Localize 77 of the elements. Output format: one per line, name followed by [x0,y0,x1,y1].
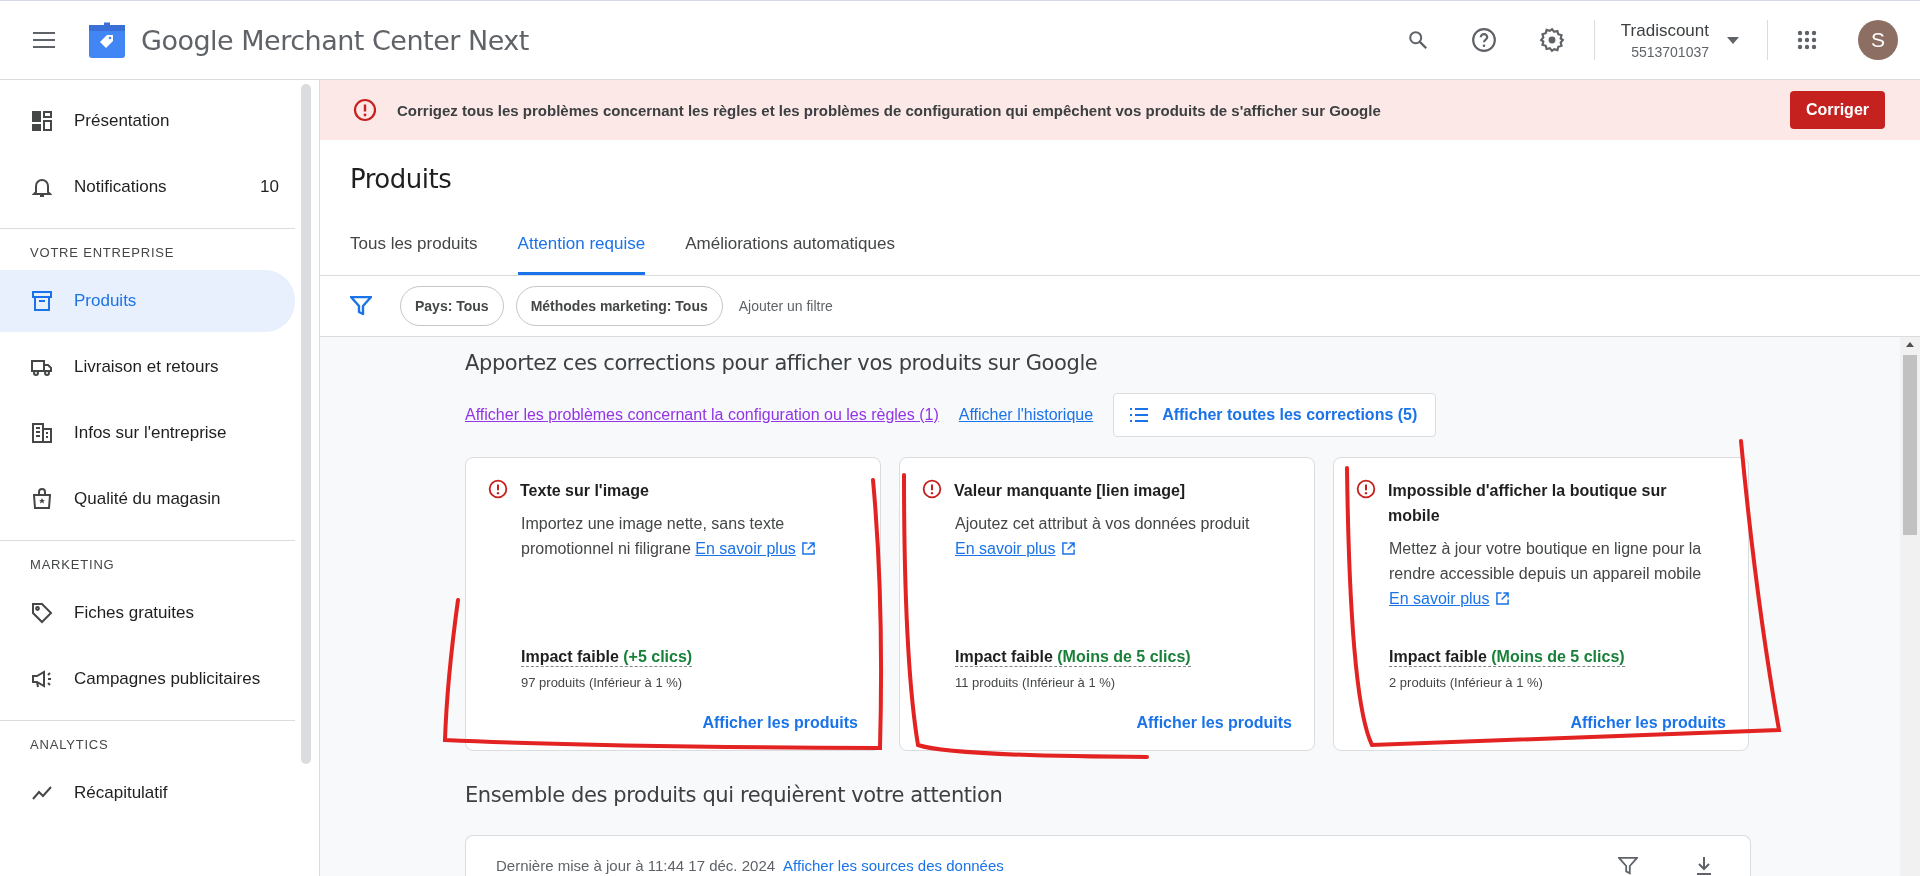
data-sources-link[interactable]: Afficher les sources des données [783,857,1004,874]
sidebar-item[interactable]: Notifications 10 [0,156,295,218]
avatar[interactable]: S [1858,20,1898,60]
section-heading: Apportez ces corrections pour afficher vos produits sur Google [465,351,1099,375]
bag-icon [30,487,54,511]
error-icon [1356,479,1376,499]
sidebar-item[interactable]: Livraison et retours [0,336,295,398]
error-icon [922,479,942,499]
page-title: Produits [349,163,453,194]
menu-icon[interactable] [33,32,55,48]
tag-icon [30,601,54,625]
scroll-up-icon[interactable] [1906,342,1914,347]
card-title: Texte sur l'image [520,481,649,501]
card-title: Valeur manquante [lien image] [954,481,1186,501]
filter-icon[interactable] [350,296,372,316]
settings-icon[interactable] [1538,27,1565,53]
box-icon [30,289,54,313]
sidebar-item[interactable]: Qualité du magasin [0,468,295,530]
dashboard-icon [30,109,54,133]
scrollbar-thumb[interactable] [1903,355,1917,535]
learn-more-link[interactable]: En savoir plus [955,540,1075,557]
filter-icon[interactable] [1618,856,1638,875]
sidebar-item[interactable]: Fiches gratuites [0,582,295,644]
product-name: Google Merchant Center Next [141,24,529,56]
impact-label[interactable]: Impact faible (Moins de 5 clics) [955,648,1191,667]
last-update-text: Dernière mise à jour à 11:44 17 déc. 2024 [496,857,776,874]
section-heading: Ensemble des produits qui requièrent votre attention [465,783,1004,807]
learn-more-link[interactable]: En savoir plus [695,540,815,557]
error-icon [488,479,508,499]
external-link-icon [1495,592,1509,605]
show-products-link[interactable]: Afficher les produits [1136,714,1292,732]
external-link-icon [1061,542,1075,555]
list-icon [1130,408,1149,422]
download-icon[interactable] [1696,856,1712,875]
section-heading: MARKETING [29,556,116,574]
filter-chip[interactable]: Méthodes marketing: Tous [515,286,723,326]
link[interactable]: Afficher l'historique [958,406,1094,424]
account-id: 5513701037 [1631,43,1709,60]
tab[interactable]: Améliorations automatiques [685,234,895,275]
show-products-link[interactable]: Afficher les produits [702,714,858,732]
card-description: Ajoutez cet attribut à vos données produit En savoir plus [955,514,1251,559]
notification-count: 10 [260,177,279,197]
impact-label[interactable]: Impact faible (Moins de 5 clics) [1389,648,1625,667]
section-heading: ANALYTICS [29,736,110,754]
section-heading: VOTRE ENTREPRISE [29,244,176,262]
product-count: 2 produits (Inférieur à 1 %) [1389,675,1544,690]
search-icon[interactable] [1406,29,1429,51]
learn-more-link[interactable]: En savoir plus [1389,590,1509,607]
link[interactable]: Afficher les problèmes concernant la configuration ou les règles (1) [465,406,939,424]
external-link-icon [801,542,815,555]
add-filter-link[interactable]: Ajouter un filtre [738,298,833,314]
tab[interactable]: Tous les produits [350,234,478,275]
sidebar-item[interactable]: Infos sur l'entreprise [0,402,295,464]
show-products-link[interactable]: Afficher les produits [1570,714,1726,732]
card-description: Mettez à jour votre boutique en ligne pour la rendre accessible depuis un appareil mobile En savoir plus [1389,539,1703,609]
product-count: 97 produits (Inférieur à 1 %) [521,675,684,690]
building-icon [30,421,54,445]
help-icon[interactable] [1470,27,1497,53]
product-count: 11 produits (Inférieur à 1 %) [955,675,1117,690]
sidebar-item[interactable]: Campagnes publicitaires [0,648,295,710]
card-description: Importez une image nette, sans texte promotionnel ni filigrane En savoir plus [521,511,858,561]
impact-label[interactable]: Impact faible (+5 clics) [521,648,693,667]
card-title: Impossible d'afficher la boutique sur mobile [1388,481,1668,526]
tab[interactable]: Attention requise [517,234,646,275]
logo-icon [89,22,125,58]
sidebar-item[interactable]: Récapitulatif [0,762,295,824]
account-name[interactable]: Tradiscount [1620,20,1709,41]
filter-chip[interactable]: Pays: Tous [400,286,504,326]
dropdown-caret-icon[interactable] [1727,36,1739,44]
sidebar-item[interactable]: Produits [0,270,295,332]
fix-button[interactable]: Corriger [1789,91,1885,129]
sidebar-item[interactable]: Présentation [0,90,295,152]
error-icon [353,98,377,122]
apps-grid-icon[interactable] [1797,30,1817,50]
show-all-fixes-button[interactable]: Afficher toutes les corrections (5) [1113,393,1437,437]
scrollbar-thumb[interactable] [301,84,311,764]
banner-message: Corrigez tous les problèmes concernant les règles et les problèmes de configuration qui empêchent vos produits de s'afficher sur Google [397,101,1382,119]
